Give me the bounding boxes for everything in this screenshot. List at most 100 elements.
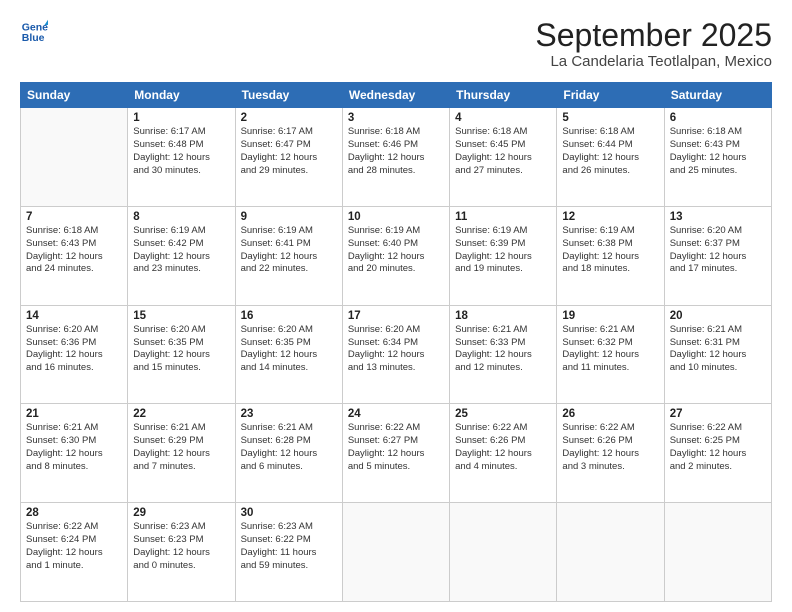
calendar-cell [342,503,449,602]
weekday-header-sunday: Sunday [21,83,128,108]
calendar-cell [450,503,557,602]
calendar-cell [557,503,664,602]
day-number: 21 [26,408,122,420]
calendar-cell: 2 Sunrise: 6:17 AM Sunset: 6:47 PM Daylig… [235,108,342,207]
calendar-cell: 1 Sunrise: 6:17 AM Sunset: 6:48 PM Daylig… [128,108,235,207]
calendar-week-row: 14Sunrise: 6:20 AM Sunset: 6:36 PM Dayli… [21,305,772,404]
calendar-cell: 15 Sunrise: 6:20 AM Sunset: 6:35 PM Dayli… [128,305,235,404]
day-info: Sunrise: 6:18 AM Sunset: 6:44 PM Dayligh… [562,126,658,177]
calendar-cell: 4 Sunrise: 6:18 AM Sunset: 6:45 PM Daylig… [450,108,557,207]
day-number: 24 [348,408,444,420]
calendar-cell: 17 Sunrise: 6:20 AM Sunset: 6:34 PM Dayli… [342,305,449,404]
day-number: 4 [455,112,551,124]
day-number: 13 [670,211,766,223]
day-info: Sunrise: 6:18 AM Sunset: 6:46 PM Dayligh… [348,126,444,177]
calendar-week-row: 7 Sunrise: 6:18 AM Sunset: 6:43 PM Daylig… [21,206,772,305]
header: General Blue September 2025 La Candelari… [20,18,772,70]
calendar-cell [664,503,771,602]
calendar-page: General Blue September 2025 La Candelari… [0,0,792,612]
calendar-cell: 5 Sunrise: 6:18 AM Sunset: 6:44 PM Daylig… [557,108,664,207]
calendar-cell: 26Sunrise: 6:22 AM Sunset: 6:26 PM Dayli… [557,404,664,503]
day-number: 27 [670,408,766,420]
calendar-cell: 28 Sunrise: 6:22 AM Sunset: 6:24 PM Dayli… [21,503,128,602]
day-number: 16 [241,310,337,322]
calendar-cell: 9 Sunrise: 6:19 AM Sunset: 6:41 PM Daylig… [235,206,342,305]
day-info: Sunrise: 6:23 AM Sunset: 6:23 PM Dayligh… [133,521,229,572]
day-number: 15 [133,310,229,322]
day-info: Sunrise: 6:19 AM Sunset: 6:40 PM Dayligh… [348,225,444,276]
day-info: Sunrise: 6:20 AM Sunset: 6:36 PM Dayligh… [26,324,122,375]
calendar-cell: 19 Sunrise: 6:21 AM Sunset: 6:32 PM Dayli… [557,305,664,404]
calendar-cell: 30Sunrise: 6:23 AM Sunset: 6:22 PM Dayli… [235,503,342,602]
calendar-week-row: 28 Sunrise: 6:22 AM Sunset: 6:24 PM Dayli… [21,503,772,602]
day-number: 5 [562,112,658,124]
title-block: September 2025 La Candelaria Teotlalpan,… [535,18,772,70]
day-info: Sunrise: 6:17 AM Sunset: 6:47 PM Dayligh… [241,126,337,177]
day-number: 7 [26,211,122,223]
day-info: Sunrise: 6:22 AM Sunset: 6:24 PM Dayligh… [26,521,122,572]
day-number: 30 [241,507,337,519]
day-info: Sunrise: 6:22 AM Sunset: 6:25 PM Dayligh… [670,422,766,473]
day-info: Sunrise: 6:21 AM Sunset: 6:33 PM Dayligh… [455,324,551,375]
day-number: 28 [26,507,122,519]
day-number: 8 [133,211,229,223]
calendar-week-row: 21 Sunrise: 6:21 AM Sunset: 6:30 PM Dayli… [21,404,772,503]
weekday-header-monday: Monday [128,83,235,108]
calendar-cell: 10 Sunrise: 6:19 AM Sunset: 6:40 PM Dayli… [342,206,449,305]
day-info: Sunrise: 6:17 AM Sunset: 6:48 PM Dayligh… [133,126,229,177]
weekday-header-tuesday: Tuesday [235,83,342,108]
calendar-cell: 22Sunrise: 6:21 AM Sunset: 6:29 PM Dayli… [128,404,235,503]
weekday-header-thursday: Thursday [450,83,557,108]
day-info: Sunrise: 6:18 AM Sunset: 6:45 PM Dayligh… [455,126,551,177]
day-number: 1 [133,112,229,124]
day-number: 9 [241,211,337,223]
day-info: Sunrise: 6:20 AM Sunset: 6:35 PM Dayligh… [241,324,337,375]
day-info: Sunrise: 6:21 AM Sunset: 6:32 PM Dayligh… [562,324,658,375]
calendar-cell: 29Sunrise: 6:23 AM Sunset: 6:23 PM Dayli… [128,503,235,602]
day-info: Sunrise: 6:20 AM Sunset: 6:35 PM Dayligh… [133,324,229,375]
month-title: September 2025 [535,18,772,53]
location-title: La Candelaria Teotlalpan, Mexico [535,53,772,70]
day-number: 25 [455,408,551,420]
calendar-cell: 24 Sunrise: 6:22 AM Sunset: 6:27 PM Dayli… [342,404,449,503]
day-info: Sunrise: 6:21 AM Sunset: 6:28 PM Dayligh… [241,422,337,473]
day-info: Sunrise: 6:21 AM Sunset: 6:29 PM Dayligh… [133,422,229,473]
day-number: 2 [241,112,337,124]
weekday-header-friday: Friday [557,83,664,108]
calendar-cell: 3 Sunrise: 6:18 AM Sunset: 6:46 PM Daylig… [342,108,449,207]
day-info: Sunrise: 6:21 AM Sunset: 6:31 PM Dayligh… [670,324,766,375]
logo: General Blue [20,18,48,46]
day-number: 18 [455,310,551,322]
calendar-cell: 18 Sunrise: 6:21 AM Sunset: 6:33 PM Dayli… [450,305,557,404]
calendar-cell [21,108,128,207]
calendar-cell: 20Sunrise: 6:21 AM Sunset: 6:31 PM Dayli… [664,305,771,404]
day-number: 23 [241,408,337,420]
calendar-cell: 27 Sunrise: 6:22 AM Sunset: 6:25 PM Dayli… [664,404,771,503]
calendar-cell: 13Sunrise: 6:20 AM Sunset: 6:37 PM Dayli… [664,206,771,305]
day-number: 3 [348,112,444,124]
logo-icon: General Blue [20,18,48,46]
day-info: Sunrise: 6:22 AM Sunset: 6:26 PM Dayligh… [455,422,551,473]
calendar-cell: 14Sunrise: 6:20 AM Sunset: 6:36 PM Dayli… [21,305,128,404]
weekday-header-wednesday: Wednesday [342,83,449,108]
day-info: Sunrise: 6:19 AM Sunset: 6:42 PM Dayligh… [133,225,229,276]
day-info: Sunrise: 6:21 AM Sunset: 6:30 PM Dayligh… [26,422,122,473]
day-info: Sunrise: 6:22 AM Sunset: 6:26 PM Dayligh… [562,422,658,473]
day-number: 17 [348,310,444,322]
day-info: Sunrise: 6:22 AM Sunset: 6:27 PM Dayligh… [348,422,444,473]
weekday-header-row: SundayMondayTuesdayWednesdayThursdayFrid… [21,83,772,108]
day-number: 19 [562,310,658,322]
calendar-week-row: 1 Sunrise: 6:17 AM Sunset: 6:48 PM Daylig… [21,108,772,207]
calendar-cell: 8 Sunrise: 6:19 AM Sunset: 6:42 PM Daylig… [128,206,235,305]
calendar-table: SundayMondayTuesdayWednesdayThursdayFrid… [20,82,772,602]
calendar-cell: 25 Sunrise: 6:22 AM Sunset: 6:26 PM Dayli… [450,404,557,503]
calendar-cell: 16 Sunrise: 6:20 AM Sunset: 6:35 PM Dayli… [235,305,342,404]
day-info: Sunrise: 6:20 AM Sunset: 6:34 PM Dayligh… [348,324,444,375]
day-number: 6 [670,112,766,124]
day-number: 10 [348,211,444,223]
day-number: 12 [562,211,658,223]
day-info: Sunrise: 6:18 AM Sunset: 6:43 PM Dayligh… [26,225,122,276]
day-info: Sunrise: 6:19 AM Sunset: 6:41 PM Dayligh… [241,225,337,276]
day-info: Sunrise: 6:19 AM Sunset: 6:38 PM Dayligh… [562,225,658,276]
day-info: Sunrise: 6:19 AM Sunset: 6:39 PM Dayligh… [455,225,551,276]
